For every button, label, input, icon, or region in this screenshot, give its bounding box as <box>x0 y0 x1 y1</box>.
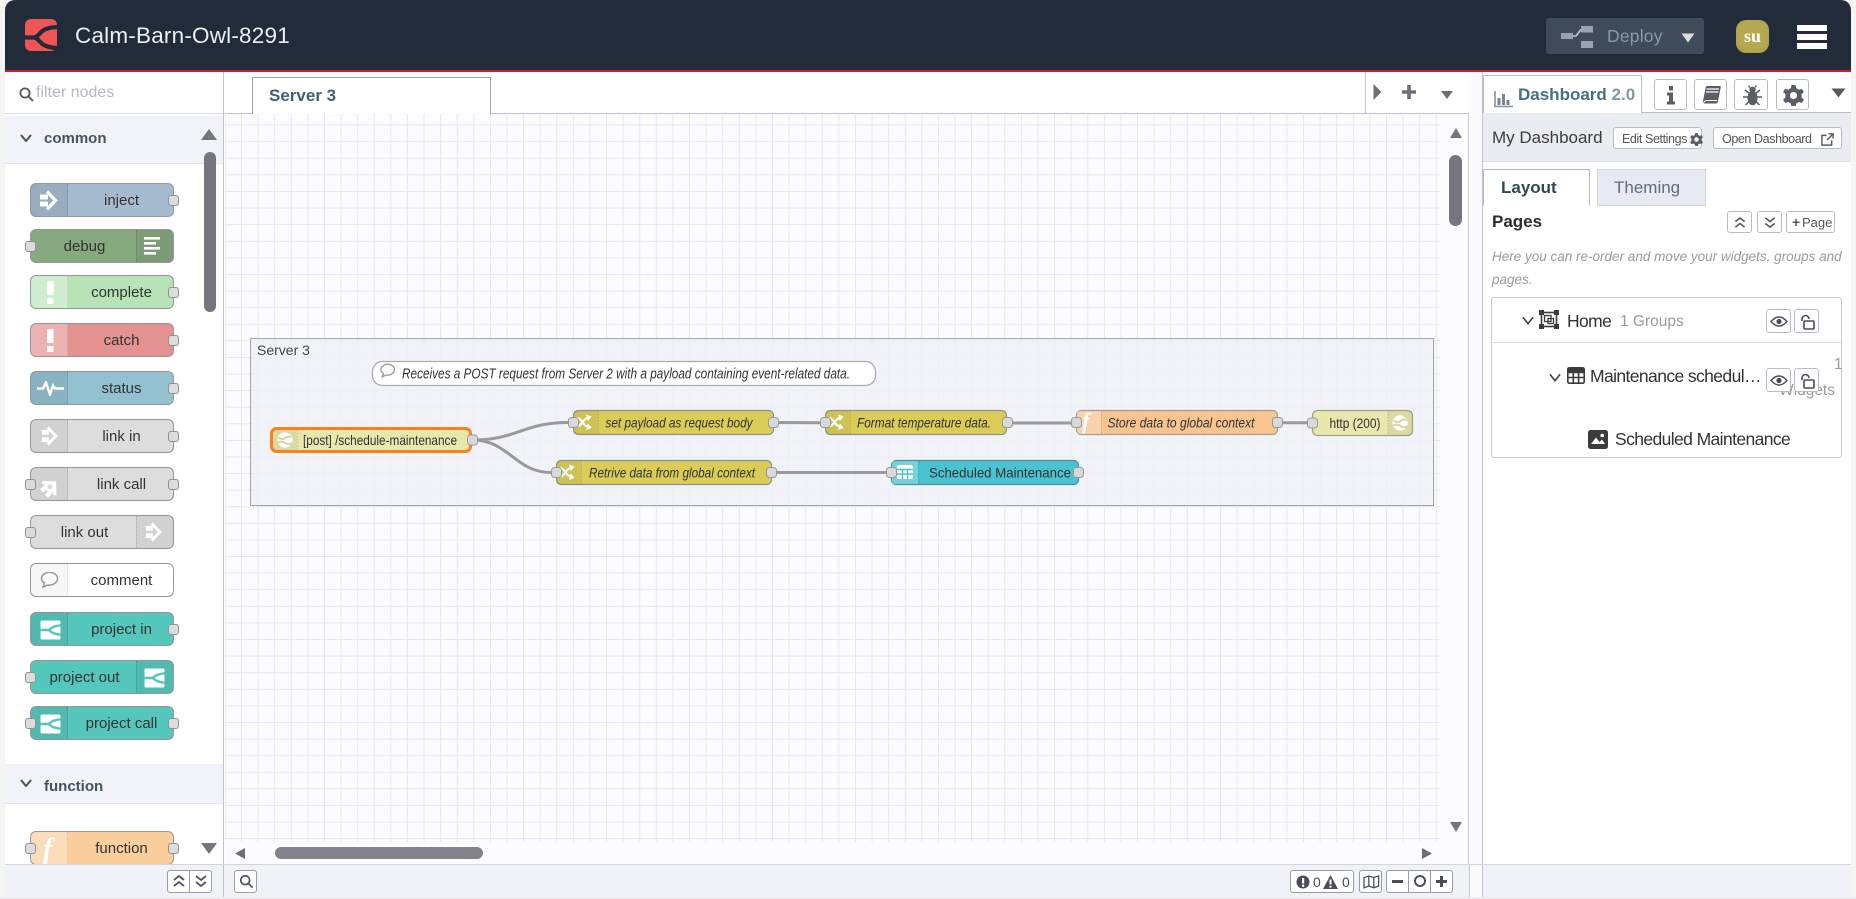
svg-text:Server 3: Server 3 <box>257 342 310 358</box>
svg-text:Receives a POST request from S: Receives a POST request from Server 2 wi… <box>402 367 850 383</box>
svg-text:Format temperature data.: Format temperature data. <box>857 415 991 431</box>
svg-text:Scheduled Maintenance: Scheduled Maintenance <box>929 465 1071 481</box>
svg-text:set payload as request body: set payload as request body <box>606 415 754 431</box>
svg-text:Retrive data from global conte: Retrive data from global context <box>589 465 756 481</box>
svg-text:[post] /schedule-maintenance: [post] /schedule-maintenance <box>303 432 457 448</box>
svg-text:Store data to global context: Store data to global context <box>1108 415 1256 431</box>
svg-text:http (200): http (200) <box>1330 415 1381 431</box>
svg-text:f: f <box>43 834 55 864</box>
